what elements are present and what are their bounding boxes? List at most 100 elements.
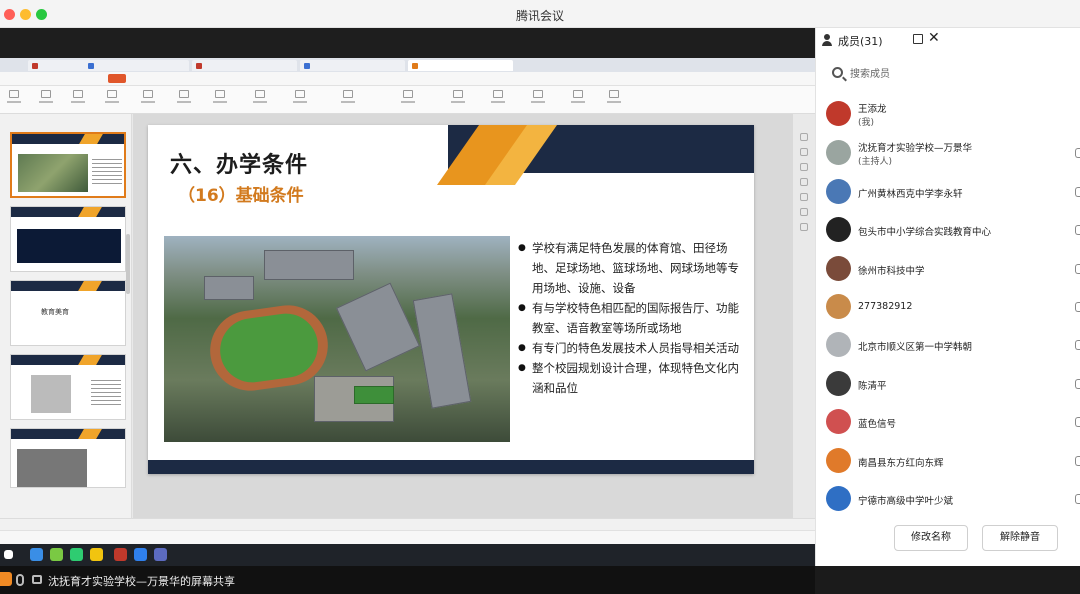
member-row[interactable]: 南昌县东方红向东辉 — [816, 442, 1080, 480]
tool-icon[interactable] — [800, 193, 808, 201]
slide-bullet: 有与学校特色相匹配的国际报告厅、功能教室、语音教室等场所或场地 — [518, 298, 740, 338]
app-icon[interactable] — [134, 548, 147, 561]
member-row[interactable]: 徐州市科技中学 — [816, 250, 1080, 288]
ribbon-tool[interactable] — [340, 90, 356, 108]
doc-tab[interactable] — [84, 60, 189, 71]
ppt-icon[interactable] — [114, 548, 127, 561]
doc-tab[interactable] — [192, 60, 297, 71]
doc-tab[interactable] — [300, 60, 405, 71]
close-icon[interactable]: ✕ — [928, 30, 940, 46]
side-toolbar — [797, 128, 811, 278]
app-icon[interactable] — [154, 548, 167, 561]
ribbon-tool[interactable] — [212, 90, 228, 108]
avatar — [826, 179, 851, 204]
member-row[interactable]: 北京市顺义区第一中学韩朝 — [816, 326, 1080, 364]
screen-share-bar: 沈抚育才实验学校—万景华的屏幕共享 — [0, 566, 815, 594]
member-row[interactable]: 陈清平 — [816, 365, 1080, 403]
ribbon-tool[interactable] — [70, 90, 86, 108]
ribbon-tool[interactable] — [530, 90, 546, 108]
tool-icon[interactable] — [800, 133, 808, 141]
slide-bullet: 学校有满足特色发展的体育馆、田径场地、足球场地、篮球场地、网球场地等专用场地、设… — [518, 238, 740, 298]
tool-icon[interactable] — [800, 148, 808, 156]
mic-icon[interactable] — [16, 574, 24, 586]
menu-bar — [0, 72, 815, 86]
member-name: 南昌县东方红向东辉 — [858, 458, 944, 469]
avatar — [826, 409, 851, 434]
chrome-icon[interactable] — [90, 548, 103, 561]
app-icon[interactable] — [30, 548, 43, 561]
member-name: 徐州市科技中学 — [858, 266, 925, 277]
ribbon-tool[interactable] — [6, 90, 22, 108]
mic-icon — [1075, 379, 1080, 389]
ribbon-tool[interactable] — [292, 90, 308, 108]
app-icon[interactable] — [70, 548, 83, 561]
members-panel: 成员(31) ✕ 王添龙 (我) 沈抚育才实验学校—万景华 (主持人) 广州黄林西克中学… — [815, 28, 1080, 566]
mic-icon — [1075, 264, 1080, 274]
avatar — [826, 140, 851, 165]
member-role: (主持人) — [858, 157, 893, 167]
ribbon-tool[interactable] — [104, 90, 120, 108]
tool-icon[interactable] — [800, 223, 808, 231]
tool-icon[interactable] — [800, 208, 808, 216]
title-bar: 腾讯会议 — [0, 0, 1080, 28]
search-input[interactable] — [850, 66, 1060, 82]
ribbon-tool[interactable] — [176, 90, 192, 108]
ribbon-tool[interactable] — [606, 90, 622, 108]
active-doc-tab[interactable] — [408, 60, 513, 71]
member-row[interactable]: 277382912 — [816, 288, 1080, 326]
mic-icon — [1075, 340, 1080, 350]
slide-thumbnail[interactable]: 教育美育 — [10, 280, 126, 346]
ribbon-tool[interactable] — [490, 90, 506, 108]
member-name: 王添龙 — [858, 104, 887, 115]
mic-icon — [1075, 456, 1080, 466]
shared-screen-area: 教育美育 六、办学条件 （16）基础条件 ● 学校有满足特色发展的体育馆、田径场… — [0, 28, 815, 594]
unmute-all-button[interactable]: 解除静音 — [982, 525, 1058, 551]
member-row[interactable]: 广州黄林西克中学李永轩 — [816, 173, 1080, 211]
meeting-window: 腾讯会议 教育美育 六、办学条件 （16）基础条件 ● 学校有满足特色发展的体育… — [0, 0, 1080, 594]
avatar — [826, 294, 851, 319]
ribbon-tool[interactable] — [450, 90, 466, 108]
shared-screen: 教育美育 六、办学条件 （16）基础条件 ● 学校有满足特色发展的体育馆、田径场… — [0, 58, 815, 544]
ribbon-toolbar — [0, 86, 815, 114]
member-row[interactable]: 王添龙 (我) — [816, 95, 1080, 133]
slide-thumbnail-selected[interactable] — [10, 132, 126, 198]
avatar — [826, 448, 851, 473]
popout-icon[interactable] — [913, 34, 923, 44]
avatar — [826, 101, 851, 126]
member-row[interactable]: 宁德市高级中学叶少斌 — [816, 480, 1080, 518]
slide-canvas: 六、办学条件 （16）基础条件 学校有满足特色发展的体育馆、田径场地、足球场地、… — [133, 114, 793, 518]
member-name: 蓝色信号 — [858, 419, 897, 430]
member-row[interactable]: 包头市中小学综合实践教育中心 — [816, 211, 1080, 249]
member-name: 沈抚育才实验学校—万景华 — [858, 143, 973, 154]
status-bar — [0, 530, 815, 544]
member-name: 宁德市高级中学叶少斌 — [858, 496, 954, 507]
current-slide: 六、办学条件 （16）基础条件 学校有满足特色发展的体育馆、田径场地、足球场地、… — [148, 125, 754, 474]
slide-thumbnail[interactable] — [10, 428, 126, 488]
tool-icon[interactable] — [800, 178, 808, 186]
slide-title: 六、办学条件 — [170, 153, 309, 178]
thumbnail-scrollbar[interactable] — [126, 234, 130, 294]
browser-tab-bar — [0, 58, 815, 72]
ribbon-tool[interactable] — [38, 90, 54, 108]
rename-button[interactable]: 修改名称 — [894, 525, 968, 551]
slide-thumbnail[interactable] — [10, 354, 126, 420]
tool-icon[interactable] — [800, 163, 808, 171]
avatar — [826, 486, 851, 511]
mic-icon — [1075, 187, 1080, 197]
start-menu-tab[interactable] — [108, 74, 126, 83]
start-icon[interactable] — [4, 550, 13, 559]
ribbon-tool[interactable] — [252, 90, 268, 108]
member-row[interactable]: 蓝色信号 — [816, 403, 1080, 441]
ribbon-tool[interactable] — [140, 90, 156, 108]
member-name: 包头市中小学综合实践教育中心 — [858, 227, 992, 238]
ribbon-tool[interactable] — [400, 90, 416, 108]
app-title: 腾讯会议 — [515, 9, 564, 23]
wechat-icon[interactable] — [50, 548, 63, 561]
doc-icon — [88, 63, 94, 69]
slide-thumbnail[interactable] — [10, 206, 126, 272]
notes-pane[interactable] — [0, 518, 815, 530]
mic-icon — [1075, 225, 1080, 235]
member-name: 北京市顺义区第一中学韩朝 — [858, 342, 973, 353]
member-row[interactable]: 沈抚育才实验学校—万景华 (主持人) — [816, 134, 1080, 172]
ribbon-tool[interactable] — [570, 90, 586, 108]
